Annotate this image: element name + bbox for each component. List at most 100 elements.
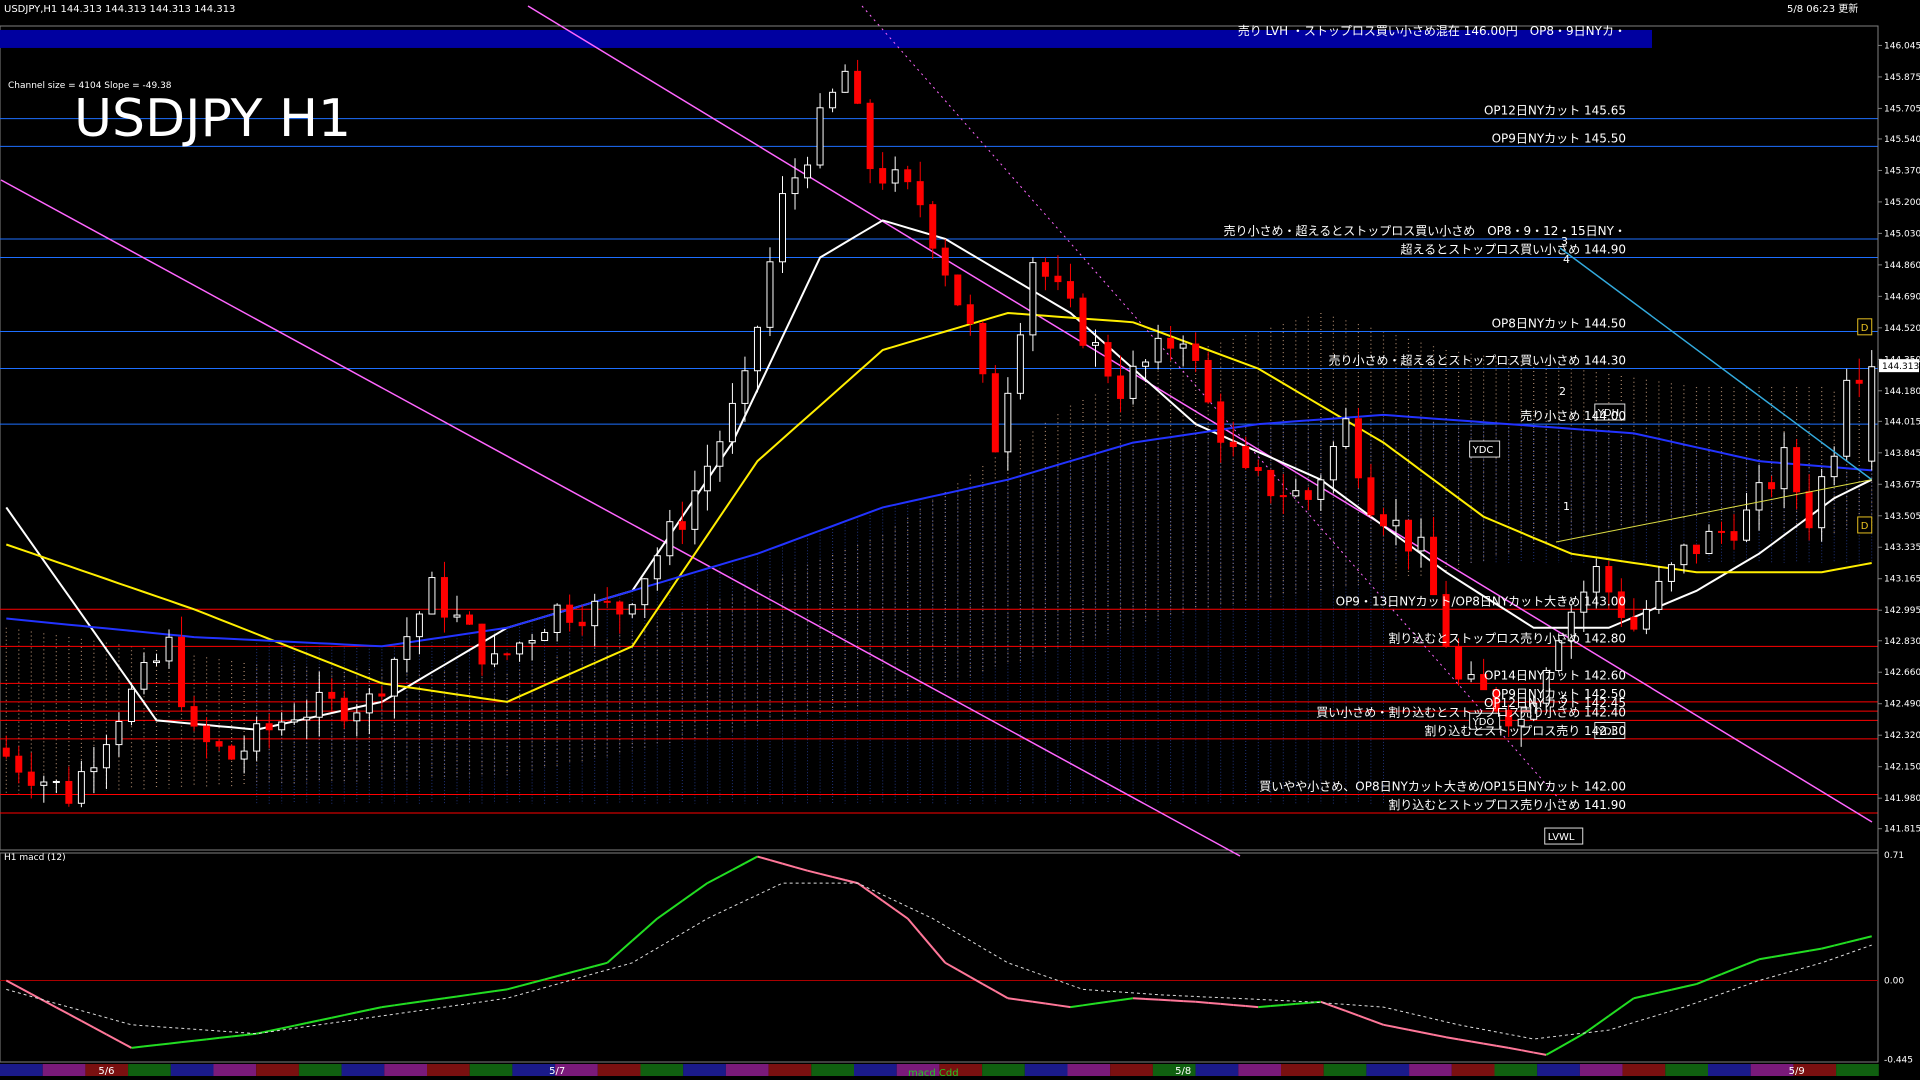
candle-body <box>102 744 110 769</box>
candle-body <box>791 177 799 195</box>
candle-body <box>954 274 962 306</box>
candle-body <box>1768 482 1776 490</box>
session-block <box>0 1064 43 1076</box>
candle-body <box>1730 531 1738 541</box>
session-block <box>1366 1064 1410 1076</box>
candle-body <box>691 490 699 530</box>
macd-main-segment <box>168 1041 182 1045</box>
session-block <box>1750 1064 1794 1076</box>
candle-body <box>1342 418 1350 447</box>
level-label: 売り LVH ・ストップロス買い小さめ混在 146.00円 OP8・9日NYカ・ <box>1238 23 1626 38</box>
session-block <box>597 1064 641 1076</box>
price-tick-label: 143.845 <box>1884 449 1920 459</box>
price-tick-label: 146.045 <box>1884 41 1920 51</box>
candle-body <box>1743 509 1751 541</box>
candle-body <box>315 691 323 718</box>
session-block <box>128 1064 171 1076</box>
macd-main-segment <box>1208 1001 1221 1005</box>
macd-main-segment <box>1133 997 1146 1000</box>
session-block <box>170 1064 214 1076</box>
candle-body <box>1229 441 1237 448</box>
candle-body <box>566 604 574 623</box>
price-tick-label: 144.690 <box>1884 292 1920 302</box>
candle-body <box>1755 482 1763 511</box>
candle-body <box>553 604 561 634</box>
candle-body <box>1455 645 1463 680</box>
candle-body <box>265 723 273 731</box>
session-block <box>1537 1064 1580 1076</box>
candle-body <box>1092 342 1099 346</box>
candle-body <box>1104 342 1112 377</box>
session-block <box>1708 1064 1751 1076</box>
price-tick-label: 145.705 <box>1884 104 1920 114</box>
price-tick-label: 142.150 <box>1884 763 1920 773</box>
session-block <box>683 1064 726 1076</box>
session-block <box>982 1064 1025 1076</box>
candle-body <box>340 697 348 722</box>
candle-body <box>1592 566 1600 593</box>
candle-body <box>1830 455 1838 478</box>
session-block <box>469 1064 513 1076</box>
price-tick-label: 143.505 <box>1884 512 1920 522</box>
candle-body <box>52 780 60 783</box>
candle-body <box>1142 361 1150 367</box>
level-label: 売り小さめ 144.00 <box>1520 408 1626 423</box>
updated-time: 5/8 06:23 更新 <box>1787 2 1858 15</box>
candle-body <box>1780 447 1788 490</box>
macd-main-segment <box>1220 1002 1234 1006</box>
candle-body <box>1718 530 1725 533</box>
candle-body <box>140 662 148 690</box>
candle-body <box>991 373 999 453</box>
session-block <box>725 1064 769 1076</box>
candle-body <box>1292 490 1300 497</box>
candle-body <box>1818 476 1826 529</box>
date-label: 5/9 <box>1789 1066 1805 1077</box>
candle-body <box>1317 479 1325 500</box>
price-tick-label: 145.370 <box>1884 166 1920 176</box>
date-label: 5/6 <box>98 1066 114 1077</box>
candle-body <box>466 614 473 625</box>
candle-body <box>27 771 35 786</box>
candle-body <box>65 780 73 804</box>
candle-body <box>1004 392 1012 453</box>
candle-body <box>353 712 361 722</box>
macd-main-segment <box>1233 1003 1246 1008</box>
session-block <box>1110 1064 1153 1076</box>
candle-body <box>378 693 386 697</box>
candle-body <box>491 653 499 665</box>
price-tick-label: 142.830 <box>1884 637 1920 647</box>
level-label: OP14日NYカット 142.60 <box>1484 668 1626 682</box>
session-block <box>768 1064 812 1076</box>
candle-body <box>866 102 874 170</box>
price-tick-label: 145.200 <box>1884 198 1920 208</box>
macd-main-segment <box>1270 1003 1284 1008</box>
candle-body <box>1805 491 1813 529</box>
level-label: 買い小さめ・割り込むとストップロス売り小さめ 142.40 <box>1316 704 1626 719</box>
session-block <box>1579 1064 1623 1076</box>
candle-body <box>1630 616 1638 630</box>
session-block <box>1195 1064 1239 1076</box>
candle-body <box>904 169 912 183</box>
price-tick-label: 142.995 <box>1884 606 1920 616</box>
macd-main-segment <box>231 1034 245 1038</box>
candle-body <box>678 521 686 530</box>
candle-body <box>153 660 160 664</box>
marker-label: LVWL <box>1548 832 1575 843</box>
candle-body <box>804 164 812 179</box>
price-tick-label: 143.335 <box>1884 543 1920 553</box>
price-tick-label: 142.490 <box>1884 700 1920 710</box>
candle-body <box>253 723 261 752</box>
candle-body <box>641 578 649 606</box>
candle-body <box>178 636 186 708</box>
candle-body <box>1041 262 1049 277</box>
macd-main-segment <box>206 1036 220 1041</box>
candle-body <box>1167 337 1175 349</box>
candle-body <box>1217 401 1225 443</box>
session-block <box>1622 1064 1666 1076</box>
candle-body <box>1304 490 1312 500</box>
candle-body <box>1605 566 1613 593</box>
price-tick-label: 143.165 <box>1884 575 1920 585</box>
candle-body <box>403 636 411 660</box>
candle-body <box>728 402 736 443</box>
candle-body <box>766 261 774 328</box>
